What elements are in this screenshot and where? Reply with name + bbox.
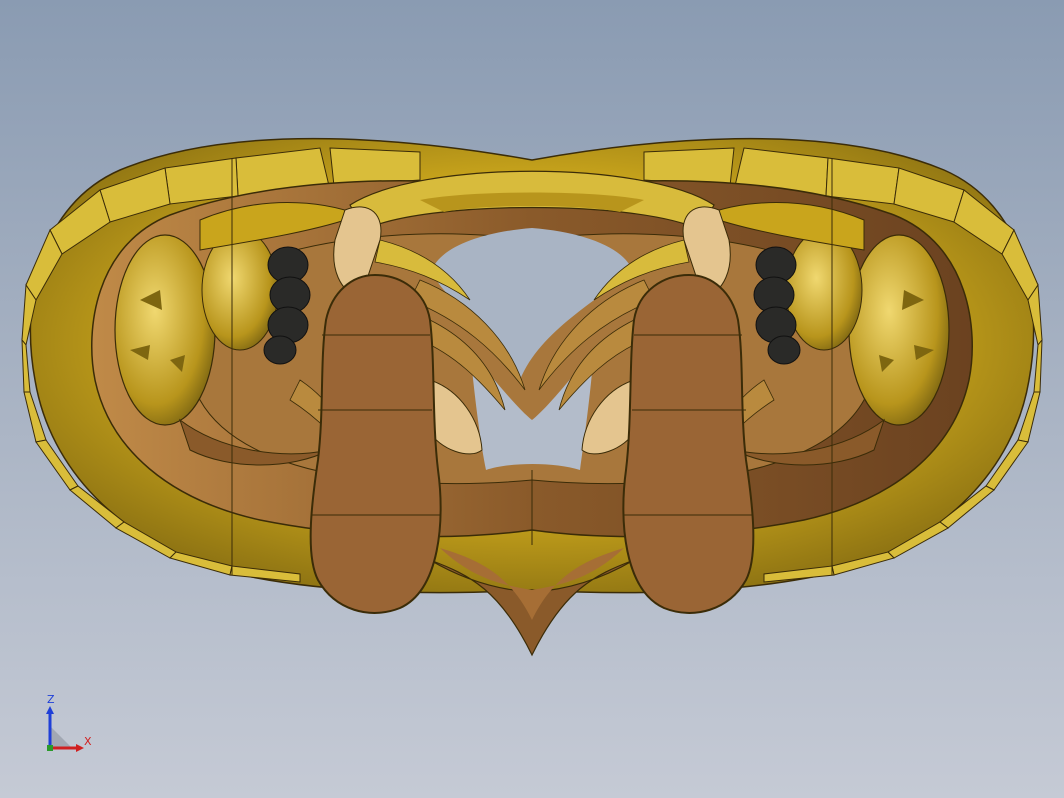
- x-axis-label: X: [84, 735, 92, 748]
- z-axis-label: Z: [47, 693, 55, 706]
- axis-triad: Z X: [38, 693, 98, 756]
- left-sole: [309, 273, 442, 614]
- model-render[interactable]: [0, 0, 1064, 798]
- graphics-viewport[interactable]: Z X: [0, 0, 1064, 798]
- right-sole: [622, 273, 755, 614]
